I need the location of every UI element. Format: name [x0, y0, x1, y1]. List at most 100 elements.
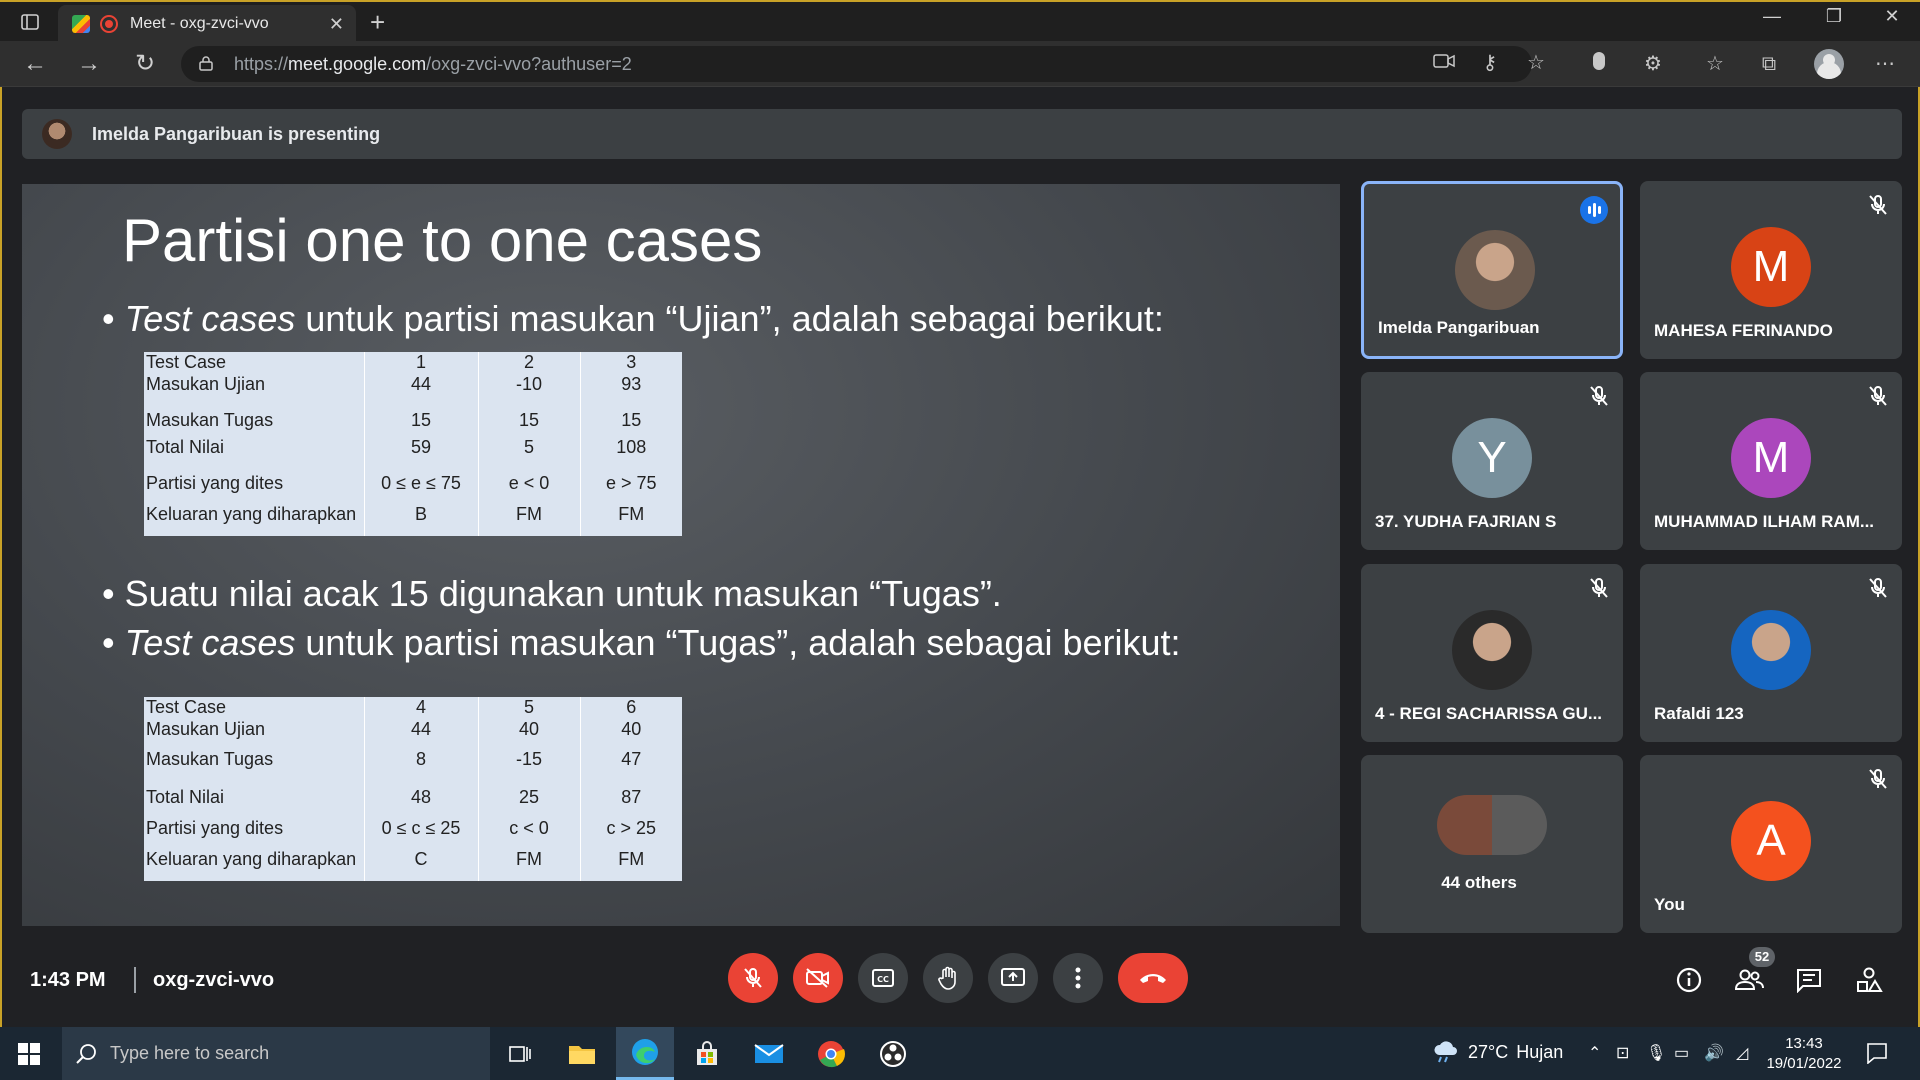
svg-text:CC: CC	[877, 975, 889, 984]
chat-button[interactable]	[1794, 965, 1824, 995]
table-cell: Test Case	[144, 697, 365, 719]
folder-icon	[569, 1045, 595, 1064]
show-hidden-icons-icon[interactable]: ⌃	[1588, 1043, 1601, 1063]
participant-tile[interactable]: Rafaldi 123	[1640, 564, 1902, 742]
temperature: 27°C	[1468, 1041, 1509, 1062]
wifi-icon[interactable]: ◿	[1736, 1043, 1748, 1063]
leave-call-button[interactable]	[1118, 953, 1188, 1003]
slide-title: Partisi one to one cases	[122, 207, 763, 274]
mic-muted-icon	[1866, 576, 1890, 600]
browser-tab-meet[interactable]: Meet - oxg-zvci-vvo ✕	[58, 5, 356, 43]
meet-favicon-icon	[72, 15, 90, 33]
close-window-button[interactable]: ✕	[1872, 6, 1912, 27]
new-tab-button[interactable]: +	[370, 7, 385, 38]
participant-tile[interactable]: Y 37. YUDHA FAJRIAN S	[1361, 372, 1623, 550]
mic-off-icon	[744, 968, 762, 988]
camera-toggle-button[interactable]	[793, 953, 843, 1003]
tab-actions-icon[interactable]	[16, 8, 44, 36]
meeting-code: oxg-zvci-vvo	[153, 969, 275, 991]
taskbar-chrome[interactable]	[802, 1027, 860, 1080]
taskbar-microsoft-store[interactable]	[678, 1027, 736, 1080]
table-cell: FM	[618, 849, 645, 869]
table-cell: 0 ≤ c ≤ 25	[364, 818, 479, 849]
participant-tile[interactable]: M MAHESA FERINANDO	[1640, 181, 1902, 359]
minimize-button[interactable]: —	[1752, 6, 1792, 27]
back-button[interactable]: ←	[20, 49, 50, 79]
participant-name: MAHESA FERINANDO	[1654, 321, 1833, 340]
url-text: https://meet.google.com/oxg-zvci-vvo?aut…	[234, 54, 632, 74]
profile-avatar[interactable]	[1814, 49, 1844, 79]
taskbar-search-box[interactable]: Type here to search	[62, 1027, 490, 1080]
participant-tile[interactable]: Imelda Pangaribuan	[1361, 181, 1623, 359]
taskbar-file-explorer[interactable]	[553, 1027, 611, 1080]
mic-muted-icon	[1866, 193, 1890, 217]
windows-start-icon[interactable]	[18, 1043, 40, 1065]
table-cell: 47	[621, 749, 642, 769]
table-cell: -10	[478, 374, 581, 410]
table-row: Masukan Tugas 8 -15 47	[144, 749, 682, 787]
table-cell: 2	[478, 352, 581, 374]
taskbar-edge[interactable]	[616, 1027, 674, 1080]
mic-muted-icon	[1587, 576, 1611, 600]
url-field[interactable]: https://meet.google.com/oxg-zvci-vvo?aut…	[181, 46, 1545, 82]
favorites-icon[interactable]: ☆	[1702, 51, 1728, 77]
participant-name: 44 others	[1441, 873, 1517, 892]
taskbar-mail[interactable]	[740, 1027, 798, 1080]
table-cell: Masukan Tugas	[144, 410, 365, 437]
notification-center-icon[interactable]	[1866, 1042, 1888, 1064]
microphone-toggle-button[interactable]	[728, 953, 778, 1003]
table-cell: Masukan Tugas	[144, 749, 365, 787]
participant-tile[interactable]: A You	[1640, 755, 1902, 933]
participant-name: 37. YUDHA FAJRIAN S	[1375, 512, 1557, 531]
chat-icon	[1797, 969, 1821, 993]
password-key-icon[interactable]: ⚷	[1477, 50, 1503, 76]
table-cell: 44	[364, 374, 479, 410]
meeting-details-button[interactable]	[1674, 965, 1704, 995]
slide-bullet-1: • Test cases untuk partisi masukan “Ujia…	[102, 298, 1164, 339]
forward-button[interactable]: →	[74, 49, 104, 79]
captions-button[interactable]: CC	[858, 953, 908, 1003]
table-cell: 15	[621, 410, 642, 430]
table-cell: 40	[621, 719, 642, 739]
table-cell: FM	[618, 504, 645, 524]
speaking-indicator-icon	[1580, 196, 1608, 224]
raise-hand-button[interactable]	[923, 953, 973, 1003]
people-button[interactable]	[1734, 965, 1764, 995]
add-favorite-icon[interactable]: ☆	[1523, 50, 1549, 76]
extensions-icon[interactable]: ⚙	[1640, 51, 1666, 77]
system-clock[interactable]: 13:43 19/01/2022	[1764, 1034, 1844, 1074]
participant-tile[interactable]: 4 - REGI SACHARISSA GU...	[1361, 564, 1623, 742]
table-row: Total Nilai 48 25 87	[144, 787, 682, 818]
volume-icon[interactable]: 🔊	[1704, 1043, 1724, 1063]
table-cell: Total Nilai	[144, 437, 365, 473]
close-tab-icon[interactable]: ✕	[329, 14, 344, 35]
table-cell: 5	[478, 437, 581, 473]
table-cell: e > 75	[605, 473, 657, 493]
present-screen-button[interactable]	[988, 953, 1038, 1003]
reload-button[interactable]: ↻	[130, 49, 160, 79]
taskbar-obs[interactable]	[864, 1027, 922, 1080]
collections-icon[interactable]: ⧉	[1756, 51, 1782, 77]
lock-icon[interactable]	[199, 55, 213, 71]
participant-tile[interactable]: 44 others	[1361, 755, 1623, 933]
mic-muted-icon	[1866, 767, 1890, 791]
table-cell: 48	[364, 787, 479, 818]
microphone-tray-icon[interactable]: 🎙	[1646, 1043, 1666, 1063]
presentation-slide: Partisi one to one cases • Test cases un…	[22, 184, 1340, 926]
hand-icon	[938, 966, 956, 990]
presenter-avatar	[42, 119, 72, 149]
device-icon[interactable]: ⊡	[1616, 1043, 1629, 1063]
participant-avatar: M	[1731, 418, 1811, 498]
battery-icon[interactable]: ▭	[1674, 1043, 1689, 1063]
more-options-button[interactable]	[1053, 953, 1103, 1003]
extension-mouse-icon[interactable]	[1586, 51, 1612, 77]
more-menu-icon[interactable]: ⋯	[1872, 51, 1898, 77]
task-view-button[interactable]	[491, 1027, 549, 1080]
camera-in-use-icon[interactable]	[1431, 50, 1457, 76]
activities-button[interactable]	[1854, 965, 1884, 995]
maximize-button[interactable]: ❐	[1814, 6, 1854, 27]
table-cell: 1	[364, 352, 479, 374]
weather-widget[interactable]: 27°C Hujan	[1432, 1041, 1563, 1063]
participant-tile[interactable]: M MUHAMMAD ILHAM RAM...	[1640, 372, 1902, 550]
mic-muted-icon	[1587, 384, 1611, 408]
